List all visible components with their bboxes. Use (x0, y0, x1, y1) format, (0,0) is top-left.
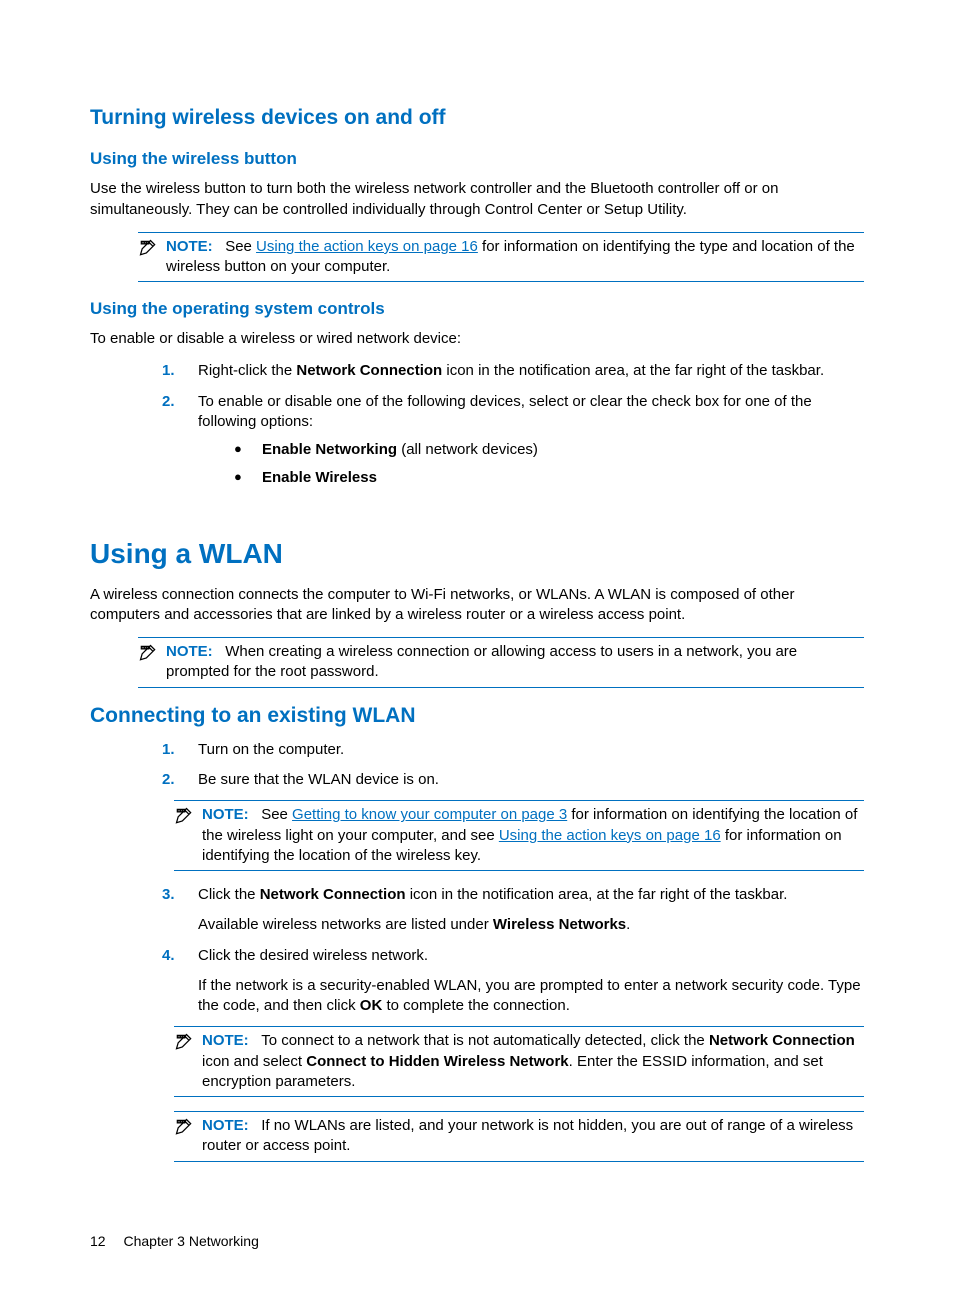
step1-bold: Network Connection (296, 362, 442, 379)
note-box-2: NOTE: When creating a wireless connectio… (138, 637, 864, 688)
bullet-dot: ● (234, 440, 262, 460)
page-footer: 12 Chapter 3 Networking (90, 1232, 864, 1251)
step2-text: To enable or disable one of the followin… (198, 393, 812, 430)
conn-step3-sub-bold: Wireless Networks (493, 916, 626, 933)
os-step-1: 1. Right-click the Network Connection ic… (162, 361, 864, 381)
page-number: 12 (90, 1233, 106, 1249)
connect-step-1: 1. Turn on the computer. (162, 740, 864, 760)
note-icon (174, 1032, 198, 1058)
conn-step4-sub-c: to complete the connection. (382, 997, 570, 1014)
note-text-3: NOTE: See Getting to know your computer … (202, 805, 864, 866)
heading-using-wlan: Using a WLAN (90, 535, 864, 573)
conn-step4-sub-bold: OK (360, 997, 383, 1014)
note-label: NOTE: (166, 238, 213, 255)
note-text-5: NOTE: If no WLANs are listed, and your n… (202, 1116, 864, 1157)
step-number: 2. (162, 392, 198, 497)
note-box-4: NOTE: To connect to a network that is no… (174, 1026, 864, 1097)
step-number: 2. (162, 770, 198, 790)
note-text-4: NOTE: To connect to a network that is no… (202, 1031, 864, 1092)
step-number: 4. (162, 946, 198, 1017)
heading-turning-wireless: Turning wireless devices on and off (90, 104, 864, 132)
step1-text-a: Right-click the (198, 362, 296, 379)
step-number: 3. (162, 885, 198, 936)
note2-text: When creating a wireless connection or a… (166, 643, 797, 680)
os-step-2: 2. To enable or disable one of the follo… (162, 392, 864, 497)
conn-step3-sub: Available wireless networks are listed u… (198, 915, 864, 935)
connect-step-2: 2. Be sure that the WLAN device is on. (162, 770, 864, 790)
note-text-1: NOTE: See Using the action keys on page … (166, 237, 864, 278)
note4-a: To connect to a network that is not auto… (261, 1032, 709, 1049)
note-label: NOTE: (166, 643, 213, 660)
heading-os-controls: Using the operating system controls (90, 298, 864, 321)
conn-step3-sub-c: . (626, 916, 630, 933)
note-icon (138, 643, 162, 669)
note-text-2: NOTE: When creating a wireless connectio… (166, 642, 864, 683)
link-know-computer[interactable]: Getting to know your computer on page 3 (292, 806, 567, 823)
conn-step3-bold: Network Connection (260, 886, 406, 903)
step1-text-c: icon in the notification area, at the fa… (442, 362, 824, 379)
bullet-1: ● Enable Networking (all network devices… (234, 440, 864, 460)
note4-bold-1: Network Connection (709, 1032, 855, 1049)
connect-steps-list: 1. Turn on the computer. 2. Be sure that… (162, 740, 864, 791)
os-steps-list: 1. Right-click the Network Connection ic… (162, 361, 864, 496)
note-label: NOTE: (202, 1032, 249, 1049)
paragraph-os-controls: To enable or disable a wireless or wired… (90, 329, 864, 349)
bullet1-bold: Enable Networking (262, 441, 397, 458)
note-box-5: NOTE: If no WLANs are listed, and your n… (174, 1111, 864, 1162)
note3-prefix: See (261, 806, 292, 823)
chapter-label: Chapter 3 Networking (123, 1233, 258, 1249)
note-box-1: NOTE: See Using the action keys on page … (138, 232, 864, 283)
connect-step-3: 3. Click the Network Connection icon in … (162, 885, 864, 936)
connect-steps-list-2: 3. Click the Network Connection icon in … (162, 885, 864, 1016)
bullet1-rest: (all network devices) (397, 441, 538, 458)
conn-step4-sub: If the network is a security-enabled WLA… (198, 976, 864, 1017)
bullet-dot: ● (234, 468, 262, 488)
heading-connecting-wlan: Connecting to an existing WLAN (90, 702, 864, 730)
bullet2-bold: Enable Wireless (262, 469, 377, 486)
conn-step3-a: Click the (198, 886, 260, 903)
heading-wireless-button: Using the wireless button (90, 148, 864, 171)
note4-c: icon and select (202, 1053, 306, 1070)
note-icon (138, 238, 162, 264)
conn-step2-body: Be sure that the WLAN device is on. (198, 770, 864, 790)
note-label: NOTE: (202, 1117, 249, 1134)
bullet-list: ● Enable Networking (all network devices… (234, 440, 864, 489)
paragraph-wlan: A wireless connection connects the compu… (90, 585, 864, 626)
connect-step-4: 4. Click the desired wireless network. I… (162, 946, 864, 1017)
link-action-keys[interactable]: Using the action keys on page 16 (256, 238, 478, 255)
note-icon (174, 806, 198, 832)
note5-text: If no WLANs are listed, and your network… (202, 1117, 853, 1154)
conn-step3-c: icon in the notification area, at the fa… (406, 886, 788, 903)
paragraph-wireless-button: Use the wireless button to turn both the… (90, 179, 864, 220)
conn-step4-text: Click the desired wireless network. (198, 947, 428, 964)
bullet-2: ● Enable Wireless (234, 468, 864, 488)
note1-prefix: See (225, 238, 256, 255)
link-action-keys-2[interactable]: Using the action keys on page 16 (499, 827, 721, 844)
note-label: NOTE: (202, 806, 249, 823)
note4-bold-2: Connect to Hidden Wireless Network (306, 1053, 568, 1070)
note-box-3: NOTE: See Getting to know your computer … (174, 800, 864, 871)
conn-step3-sub-a: Available wireless networks are listed u… (198, 916, 493, 933)
conn-step1-body: Turn on the computer. (198, 740, 864, 760)
step-number: 1. (162, 361, 198, 381)
note-icon (174, 1117, 198, 1143)
step-number: 1. (162, 740, 198, 760)
